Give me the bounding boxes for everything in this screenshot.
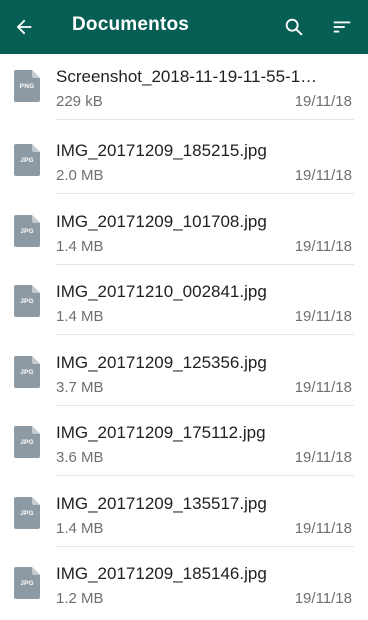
file-size: 229 kB [56, 93, 103, 110]
file-size: 2.0 MB [56, 167, 104, 184]
file-type-label: JPG [20, 298, 34, 305]
row-divider [56, 119, 354, 120]
file-row[interactable]: PNG Screenshot_2018-11-19-11-55-1… 229 kB 1… [0, 50, 368, 120]
file-name: IMG_20171209_175112.jpg [56, 423, 266, 442]
file-date: 19/11/18 [294, 590, 352, 607]
file-size: 3.7 MB [56, 379, 104, 396]
file-date: 19/11/18 [294, 379, 352, 396]
file-icon: JPG [14, 567, 40, 599]
file-date: 19/11/18 [294, 449, 352, 466]
file-name: IMG_20171209_125356.jpg [56, 353, 267, 372]
file-icon: JPG [14, 497, 40, 529]
search-icon [285, 18, 303, 36]
file-row[interactable]: JPG IMG_20171209_101708.jpg 1.4 MB 19/11/18 [0, 195, 368, 265]
row-divider [56, 193, 354, 194]
file-name: Screenshot_2018-11-19-11-55-1… [56, 67, 318, 86]
row-divider [56, 334, 354, 335]
file-date: 19/11/18 [294, 308, 352, 325]
file-row[interactable]: JPG IMG_20171210_002841.jpg 1.4 MB 19/11/18 [0, 265, 368, 335]
arrow-left-icon [16, 19, 32, 35]
file-name: IMG_20171209_135517.jpg [56, 494, 267, 513]
file-row[interactable]: JPG IMG_20171209_185215.jpg 2.0 MB 19/11/18 [0, 124, 368, 194]
file-name: IMG_20171209_185215.jpg [56, 141, 267, 160]
file-size: 1.2 MB [56, 590, 104, 607]
file-type-label: JPG [20, 439, 34, 446]
file-size: 1.4 MB [56, 520, 104, 537]
file-row[interactable]: JPG IMG_20171209_185146.jpg 1.2 MB 19/11/18 [0, 547, 368, 617]
file-type-label: JPG [20, 580, 34, 587]
back-button[interactable] [10, 13, 38, 41]
row-divider [56, 475, 354, 476]
file-date: 19/11/18 [294, 167, 352, 184]
search-button[interactable] [280, 13, 308, 41]
file-date: 19/11/18 [294, 520, 352, 537]
file-icon: JPG [14, 356, 40, 388]
file-name: IMG_20171210_002841.jpg [56, 282, 267, 301]
file-size: 3.6 MB [56, 449, 104, 466]
file-date: 19/11/18 [294, 93, 352, 110]
file-size: 1.4 MB [56, 238, 104, 255]
sort-button[interactable] [328, 13, 356, 41]
file-row[interactable]: JPG IMG_20171209_175112.jpg 3.6 MB 19/11/18 [0, 406, 368, 476]
file-icon: JPG [14, 215, 40, 247]
file-icon: JPG [14, 144, 40, 176]
file-type-label: JPG [20, 510, 34, 517]
file-icon: JPG [14, 426, 40, 458]
file-row[interactable]: JPG IMG_20171209_125356.jpg 3.7 MB 19/11/18 [0, 336, 368, 406]
page-title: Documentos [72, 14, 190, 35]
file-name: IMG_20171209_101708.jpg [56, 212, 267, 231]
file-icon: JPG [14, 285, 40, 317]
file-row[interactable]: JPG IMG_20171209_135517.jpg 1.4 MB 19/11/18 [0, 477, 368, 547]
file-size: 1.4 MB [56, 308, 104, 325]
file-type-label: JPG [20, 228, 34, 235]
file-type-label: JPG [20, 157, 34, 164]
file-type-label: PNG [19, 83, 35, 90]
file-date: 19/11/18 [294, 238, 352, 255]
app-bar: Documentos [0, 0, 368, 54]
file-name: IMG_20171209_185146.jpg [56, 564, 267, 583]
sort-icon [333, 21, 351, 33]
file-type-label: JPG [20, 369, 34, 376]
file-icon: PNG [14, 70, 40, 102]
